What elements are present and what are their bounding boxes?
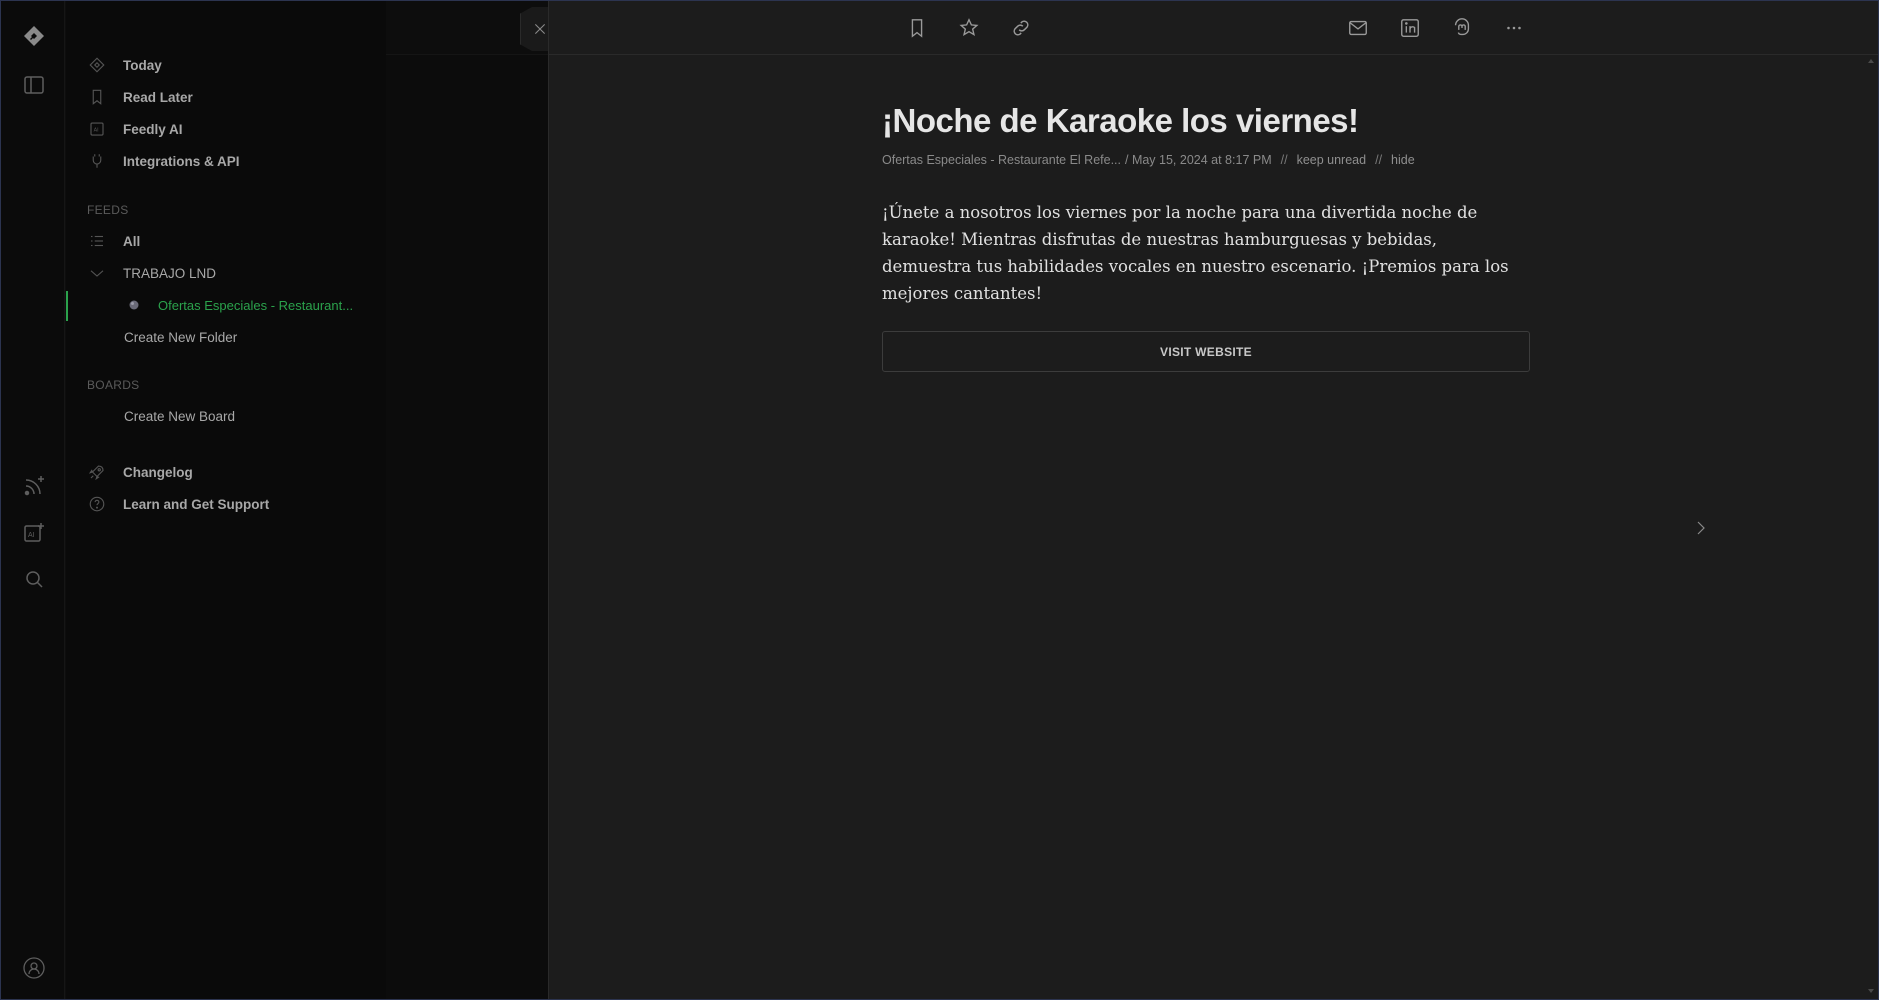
close-icon (534, 23, 545, 35)
active-feed-indicator (66, 291, 68, 321)
article-toolbar (549, 1, 1878, 55)
chevron-right-icon (1697, 521, 1705, 535)
help-icon (87, 494, 107, 514)
nav-item-support[interactable]: Learn and Get Support (87, 490, 269, 518)
plug-icon (87, 151, 107, 171)
article-body: ¡Únete a nosotros los viernes por la noc… (882, 203, 1509, 303)
share-linkedin-button[interactable] (1396, 14, 1424, 42)
more-options-button[interactable] (1500, 14, 1528, 42)
svg-text:AI: AI (28, 532, 35, 539)
feedly-logo-icon[interactable] (18, 20, 50, 52)
nav-item-integrations[interactable]: Integrations & API (87, 147, 240, 175)
create-board-label: Create New Board (124, 408, 236, 424)
search-icon[interactable] (18, 563, 50, 595)
nav-item-label: Integrations & API (123, 153, 240, 169)
folder-label: TRABAJO LND (123, 265, 217, 281)
nav-item-label: Today (123, 57, 162, 73)
create-new-board-link[interactable]: Create New Board (124, 402, 235, 430)
feeds-section-header: FEEDS (87, 203, 129, 217)
copy-link-button[interactable] (1007, 14, 1035, 42)
rocket-icon (87, 462, 107, 482)
feed-item-ofertas-especiales[interactable]: Ofertas Especiales - Restaurant... (124, 291, 353, 319)
nav-item-label: Changelog (123, 464, 193, 480)
nav-item-label: All (123, 233, 141, 249)
save-to-board-button[interactable] (955, 14, 983, 42)
hide-link[interactable]: hide (1391, 153, 1415, 167)
create-new-folder-link[interactable]: Create New Folder (124, 323, 237, 351)
app-window: AI Today Read Later AI Feedly AI Integra… (0, 0, 1879, 1000)
meta-separator: // (1375, 153, 1383, 167)
nav-item-feedly-ai[interactable]: AI Feedly AI (87, 115, 183, 143)
feed-favicon-icon (124, 295, 144, 315)
article-pane: ¡Noche de Karaoke los viernes! Ofertas E… (548, 1, 1878, 999)
nav-item-changelog[interactable]: Changelog (87, 458, 193, 486)
svg-text:AI: AI (94, 128, 99, 134)
feed-item-label: Ofertas Especiales - Restaurant... (158, 297, 354, 313)
scroll-up-icon[interactable] (1866, 57, 1876, 65)
entry-list-panel (386, 1, 548, 999)
create-folder-label: Create New Folder (124, 329, 238, 345)
chevron-down-icon[interactable] (87, 263, 107, 283)
linkedin-icon (1401, 19, 1419, 37)
close-article-button[interactable] (520, 7, 550, 51)
scroll-down-icon[interactable] (1866, 987, 1876, 995)
next-article-button[interactable] (1691, 516, 1711, 540)
mastodon-icon (1454, 18, 1470, 36)
add-ai-feed-icon[interactable]: AI (18, 517, 50, 549)
article-content: ¡Noche de Karaoke los viernes! Ofertas E… (882, 101, 1530, 372)
navigation-panel: Today Read Later AI Feedly AI Integratio… (66, 1, 386, 999)
list-icon (87, 231, 107, 251)
article-source-link[interactable]: Ofertas Especiales - Restaurante El Refe… (882, 153, 1121, 167)
visit-website-button[interactable]: VISIT WEBSITE (882, 331, 1530, 372)
nav-item-label: Read Later (123, 89, 193, 105)
folder-trabajo-lnd[interactable]: TRABAJO LND (87, 259, 216, 287)
article-meta: Ofertas Especiales - Restaurante El Refe… (882, 153, 1530, 167)
more-icon (1507, 26, 1521, 30)
bookmark-icon (911, 19, 923, 38)
nav-item-all-feeds[interactable]: All (87, 227, 140, 255)
today-icon (87, 55, 107, 75)
nav-item-label: Learn and Get Support (123, 496, 270, 512)
keep-unread-link[interactable]: keep unread (1297, 153, 1367, 167)
share-mastodon-button[interactable] (1448, 14, 1476, 42)
user-profile-icon[interactable] (18, 952, 50, 984)
share-email-button[interactable] (1344, 14, 1372, 42)
star-plus-icon (959, 18, 979, 37)
article-date: / May 15, 2024 at 8:17 PM (1125, 153, 1272, 167)
link-icon (1013, 20, 1029, 36)
add-feed-icon[interactable] (18, 470, 50, 502)
article-title[interactable]: ¡Noche de Karaoke los viernes! (882, 101, 1530, 141)
read-later-button[interactable] (903, 14, 931, 42)
nav-item-today[interactable]: Today (87, 51, 162, 79)
bookmark-icon (87, 87, 107, 107)
sidebar-toggle-icon[interactable] (18, 69, 50, 101)
mail-icon (1349, 20, 1367, 36)
ai-icon: AI (87, 119, 107, 139)
nav-item-read-later[interactable]: Read Later (87, 83, 193, 111)
icon-rail: AI (1, 1, 65, 999)
meta-separator: // (1280, 153, 1288, 167)
nav-item-label: Feedly AI (123, 121, 183, 137)
boards-section-header: BOARDS (87, 378, 140, 392)
